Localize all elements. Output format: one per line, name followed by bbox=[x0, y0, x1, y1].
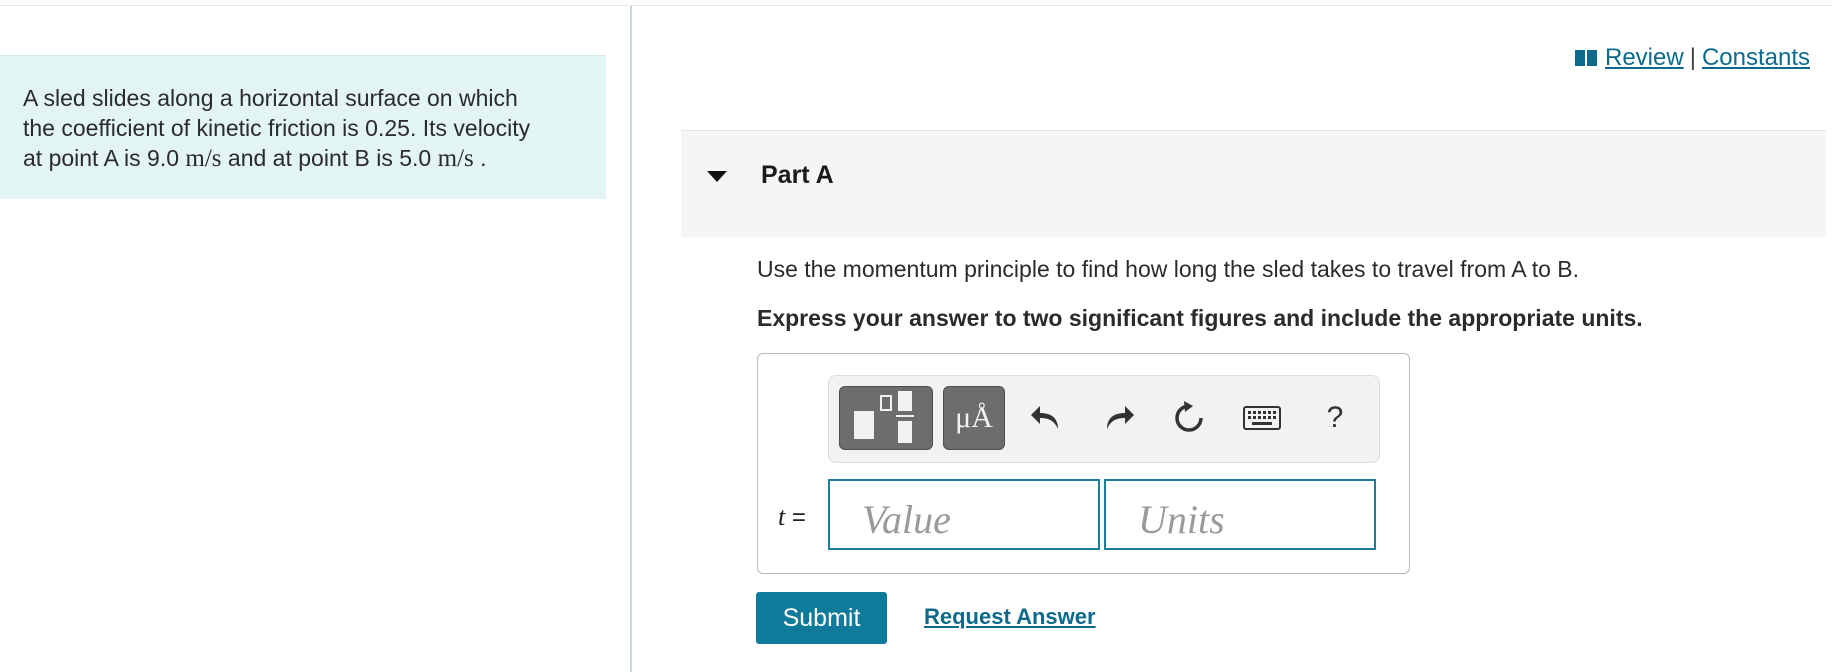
keyboard-icon[interactable] bbox=[1240, 396, 1284, 440]
velocity-unit-b: m/s bbox=[437, 145, 474, 172]
templates-button[interactable] bbox=[839, 386, 933, 450]
part-header: Part A bbox=[681, 130, 1826, 237]
templates-denominator-icon bbox=[898, 421, 912, 443]
link-separator: | bbox=[1689, 44, 1696, 71]
problem-line-3-start: at point A is 9.0 bbox=[23, 145, 186, 171]
math-toolbar: μÅ ? bbox=[828, 375, 1380, 463]
problem-line-3-mid: and at point B is 5.0 bbox=[221, 145, 438, 171]
problem-line-1: A sled slides along a horizontal surface… bbox=[23, 85, 518, 111]
help-icon[interactable]: ? bbox=[1313, 396, 1357, 440]
equals-sign: = bbox=[785, 504, 806, 531]
problem-line-3: at point A is 9.0 m/s and at point B is … bbox=[23, 143, 586, 174]
review-link[interactable]: Review bbox=[1605, 44, 1684, 72]
problem-line-3-end: . bbox=[473, 145, 487, 171]
problem-line-2: the coefficient of kinetic friction is 0… bbox=[23, 115, 531, 141]
velocity-unit-a: m/s bbox=[185, 145, 222, 172]
units-input[interactable] bbox=[1104, 479, 1376, 550]
templates-square-icon bbox=[854, 411, 874, 439]
submit-button[interactable]: Submit bbox=[756, 592, 887, 644]
undo-icon[interactable] bbox=[1025, 396, 1069, 440]
templates-numerator-icon bbox=[898, 391, 912, 411]
request-answer-link[interactable]: Request Answer bbox=[924, 604, 1096, 630]
resource-links: Review | Constants bbox=[1575, 44, 1810, 72]
value-input[interactable] bbox=[828, 479, 1100, 550]
instruction-text: Express your answer to two significant f… bbox=[757, 305, 1643, 331]
templates-box-icon bbox=[880, 395, 892, 411]
answer-variable-label: t = bbox=[778, 502, 806, 532]
symbols-button[interactable]: μÅ bbox=[943, 386, 1005, 450]
constants-link[interactable]: Constants bbox=[1702, 44, 1810, 72]
answer-box: μÅ ? t = bbox=[757, 353, 1410, 574]
part-title: Part A bbox=[761, 161, 834, 189]
problem-statement: A sled slides along a horizontal surface… bbox=[0, 55, 606, 199]
question-text: Use the momentum principle to find how l… bbox=[757, 256, 1580, 282]
book-icon bbox=[1575, 50, 1597, 66]
redo-icon[interactable] bbox=[1096, 396, 1140, 440]
reset-icon[interactable] bbox=[1167, 396, 1211, 440]
panel-divider bbox=[630, 6, 632, 672]
templates-fraction-bar-icon bbox=[896, 415, 914, 417]
collapse-caret-icon[interactable] bbox=[707, 171, 727, 182]
top-rule bbox=[0, 0, 1832, 6]
